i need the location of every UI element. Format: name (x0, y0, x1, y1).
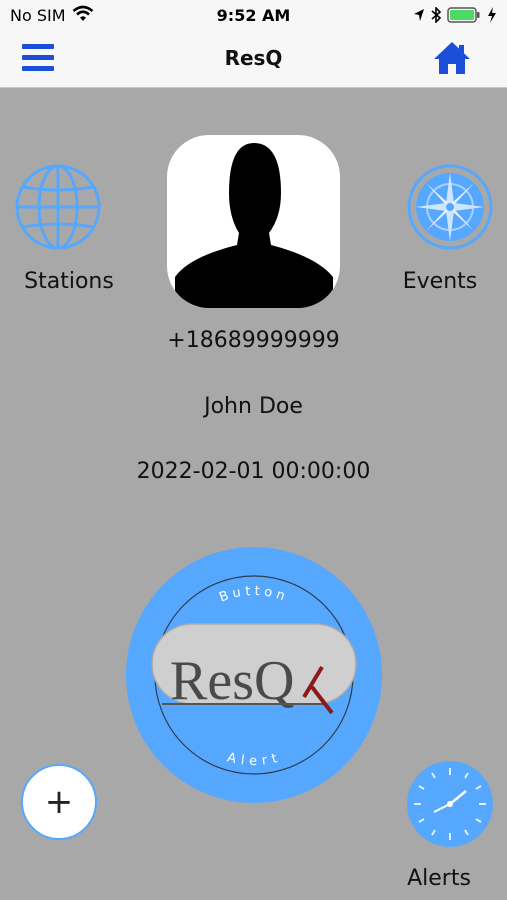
status-bar: No SIM 9:52 AM (0, 0, 507, 30)
bluetooth-icon (431, 7, 441, 23)
person-silhouette-icon (175, 143, 333, 308)
alert-button-bottom-text: Alert (226, 750, 279, 769)
home-icon[interactable] (432, 40, 472, 76)
charging-bolt-icon (488, 7, 496, 23)
plus-icon: + (44, 782, 74, 822)
alert-button-top-text: Button (217, 584, 286, 606)
stations-label[interactable]: Stations (10, 269, 128, 294)
user-name: John Doe (204, 394, 303, 419)
avatar (167, 135, 340, 308)
svg-text:Alert: Alert (226, 750, 283, 769)
location-arrow-icon (414, 9, 424, 21)
battery-icon (447, 7, 480, 23)
phone-number: +18689999999 (167, 328, 340, 353)
add-button[interactable]: + (21, 764, 97, 840)
alert-button[interactable]: Button Alert ResQ (126, 547, 382, 803)
status-right (413, 5, 497, 25)
resq-logo-text: ResQ (170, 650, 294, 712)
events-label[interactable]: Events (390, 269, 490, 294)
navigation-bar: ResQ (0, 30, 507, 88)
alerts-label[interactable]: Alerts (392, 866, 486, 891)
compass-icon[interactable] (406, 163, 494, 251)
svg-text:Button: Button (217, 584, 290, 606)
page-title: ResQ (224, 46, 283, 70)
alert-button-graphic: Button Alert ResQ (151, 575, 357, 775)
clock-icon[interactable] (406, 760, 494, 848)
date-time: 2022-02-01 00:00:00 (136, 459, 371, 484)
globe-icon[interactable] (14, 163, 102, 251)
